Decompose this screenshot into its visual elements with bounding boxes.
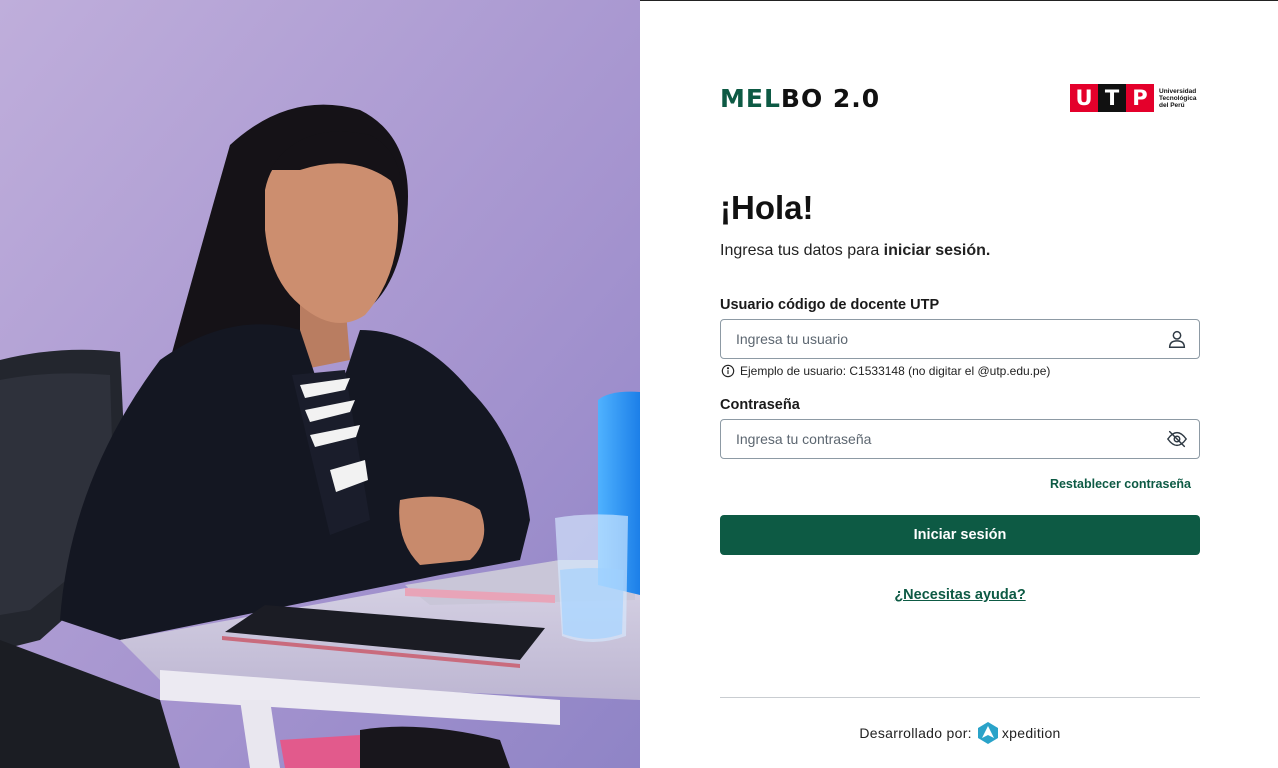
footer-divider: [720, 697, 1200, 698]
xpedition-mark-icon: [977, 722, 998, 744]
brand-name-part2: BO 2.0: [780, 84, 881, 113]
subtitle-emphasis: iniciar sesión.: [883, 242, 991, 259]
username-hint-text: Ejemplo de usuario: C1533148 (no digitar…: [740, 364, 1051, 378]
login-panel: MELBO 2.0 U T P Universidad Tecnológica …: [640, 0, 1278, 768]
melbo-logo: MELBO 2.0: [720, 85, 880, 113]
utp-text-line2: Tecnológica: [1159, 94, 1197, 102]
username-field[interactable]: [720, 319, 1200, 359]
utp-text-line1: Universidad: [1159, 87, 1197, 95]
brand-name-part1: MEL: [720, 84, 781, 113]
developed-by-text: Desarrollado por:: [859, 725, 972, 741]
username-label: Usuario código de docente UTP: [720, 297, 940, 313]
user-icon: [1155, 320, 1199, 358]
utp-letter-t: T: [1098, 84, 1126, 112]
hero-illustration: [0, 0, 640, 768]
utp-logo-mark: U T P: [1070, 84, 1154, 112]
page-title: ¡Hola!: [720, 189, 814, 226]
help-link[interactable]: ¿Necesitas ayuda?: [894, 587, 1025, 603]
username-hint: Ejemplo de usuario: C1533148 (no digitar…: [721, 364, 1050, 378]
utp-logo: U T P Universidad Tecnológica del Perú: [1070, 84, 1203, 112]
info-icon: [721, 364, 735, 378]
help-link-row: ¿Necesitas ayuda?: [640, 587, 1278, 603]
subtitle-prefix: Ingresa tus datos para: [720, 242, 884, 259]
eye-off-icon[interactable]: [1155, 420, 1199, 458]
utp-letter-u: U: [1070, 84, 1098, 112]
utp-text-line3: del Perú: [1159, 101, 1185, 109]
page-subtitle: Ingresa tus datos para iniciar sesión.: [720, 242, 990, 260]
password-field[interactable]: [720, 419, 1200, 459]
utp-letter-p: P: [1126, 84, 1154, 112]
xpedition-name: xpedition: [1001, 725, 1061, 741]
hero-photo: [0, 0, 640, 768]
utp-logo-text: Universidad Tecnológica del Perú: [1159, 88, 1203, 109]
xpedition-logo: xpedition: [977, 721, 1061, 745]
reset-password-link[interactable]: Restablecer contraseña: [1050, 477, 1191, 491]
username-input[interactable]: [721, 320, 1155, 358]
password-label: Contraseña: [720, 397, 800, 413]
footer: Desarrollado por: xpedition: [640, 721, 1278, 745]
login-button[interactable]: Iniciar sesión: [720, 515, 1200, 555]
password-input[interactable]: [721, 420, 1155, 458]
